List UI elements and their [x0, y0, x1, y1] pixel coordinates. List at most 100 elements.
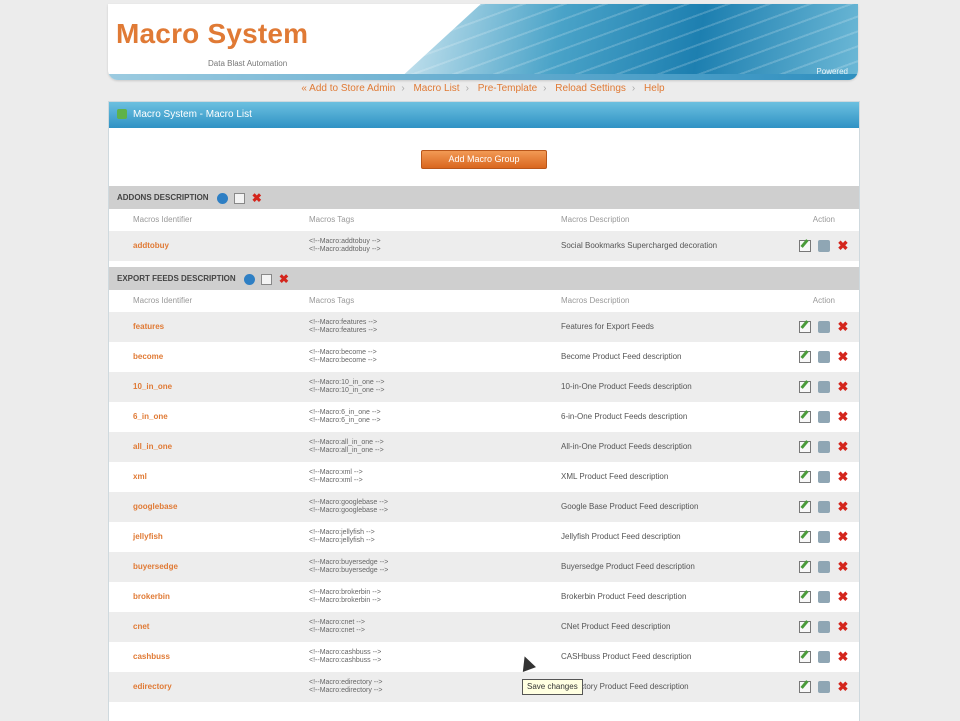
delete-icon[interactable]: ✖ — [837, 560, 849, 573]
edit-icon[interactable] — [799, 591, 811, 603]
copy-icon[interactable] — [818, 411, 830, 423]
edit-icon[interactable] — [799, 471, 811, 483]
macro-identifier-link[interactable]: 6_in_one — [133, 402, 168, 432]
macro-identifier-link[interactable]: brokerbin — [133, 582, 170, 612]
copy-icon[interactable] — [818, 240, 830, 252]
table-row: buyersedge <!--Macro:buyersedge --> <!--Ma… — [109, 552, 859, 582]
nav-separator: › — [631, 83, 636, 94]
copy-icon[interactable] — [818, 321, 830, 333]
macro-tags: <!--Macro:cashbuss --> <!--Macro:cashbuss… — [309, 649, 381, 665]
edit-icon[interactable] — [799, 321, 811, 333]
macro-identifier-link[interactable]: googlebase — [133, 492, 177, 522]
delete-icon[interactable]: ✖ — [837, 500, 849, 513]
copy-icon[interactable] — [818, 441, 830, 453]
copy-icon[interactable] — [818, 681, 830, 693]
edit-icon[interactable] — [799, 531, 811, 543]
macro-identifier-link[interactable]: 10_in_one — [133, 372, 172, 402]
macro-identifier-link[interactable]: edirectory — [133, 672, 172, 702]
copy-icon[interactable] — [818, 381, 830, 393]
edit-icon[interactable] — [799, 501, 811, 513]
macro-tag-line: <!--Macro:all_in_one --> — [309, 439, 384, 446]
macro-tag-line: <!--Macro:xml --> — [309, 469, 363, 476]
copy-icon[interactable] — [818, 651, 830, 663]
edit-icon[interactable] — [799, 651, 811, 663]
edit-icon[interactable] — [799, 681, 811, 693]
delete-icon[interactable]: ✖ — [837, 410, 849, 423]
macro-tag-line: <!--Macro:edirectory --> — [309, 687, 383, 694]
nav-separator: › — [401, 83, 405, 94]
col-identifier: Macros Identifier — [133, 215, 193, 224]
edit-icon[interactable] — [799, 240, 811, 252]
edit-icon[interactable] — [799, 381, 811, 393]
help-icon[interactable] — [216, 192, 228, 204]
macro-tag-line: <!--Macro:edirectory --> — [309, 679, 383, 686]
help-icon[interactable] — [243, 273, 255, 285]
nav-separator: › — [465, 83, 469, 94]
nav-item-reload-settings[interactable]: Reload Settings — [555, 83, 626, 94]
group-rows-export-feeds: features <!--Macro:features --> <!--Macro:… — [109, 312, 859, 702]
col-tag: Macros Tags — [309, 296, 355, 305]
nav-item-help[interactable]: Help — [644, 83, 665, 94]
copy-icon[interactable] — [818, 621, 830, 633]
macro-identifier-link[interactable]: cnet — [133, 612, 149, 642]
macro-identifier-link[interactable]: xml — [133, 462, 147, 492]
tagline: Data Blast Automation — [208, 59, 288, 68]
row-actions: ✖ — [792, 680, 849, 693]
delete-icon[interactable]: ✖ — [837, 239, 849, 252]
nav-item-macro-list[interactable]: Macro List — [413, 83, 459, 94]
macro-tag-line: <!--Macro:addtobuy --> — [309, 246, 381, 253]
col-identifier: Macros Identifier — [133, 296, 193, 305]
copy-icon[interactable] — [818, 561, 830, 573]
macro-tag-line: <!--Macro:10_in_one --> — [309, 379, 385, 386]
group-actions: ✖ — [243, 267, 293, 290]
macro-description: Features for Export Feeds — [561, 322, 654, 331]
macro-tags: <!--Macro:10_in_one --> <!--Macro:10_in_o… — [309, 379, 384, 395]
col-action: Action — [812, 296, 835, 305]
copy-icon[interactable] — [818, 531, 830, 543]
macro-tags: <!--Macro:6_in_one --> <!--Macro:6_in_one… — [309, 409, 381, 425]
delete-icon[interactable]: ✖ — [837, 590, 849, 603]
table-row: cnet <!--Macro:cnet --> <!--Macro:cnet -->… — [109, 612, 859, 642]
delete-icon[interactable]: ✖ — [837, 470, 849, 483]
copy-icon[interactable] — [818, 591, 830, 603]
copy-icon[interactable] — [818, 501, 830, 513]
edit-icon[interactable] — [234, 192, 246, 204]
delete-icon[interactable]: ✖ — [251, 192, 262, 204]
col-description: Macros Description — [561, 215, 630, 224]
edit-icon[interactable] — [261, 273, 273, 285]
delete-icon[interactable]: ✖ — [837, 320, 849, 333]
edit-icon[interactable] — [799, 411, 811, 423]
nav-item-pre-template[interactable]: Pre-Template — [478, 83, 537, 94]
nav-item-store-admin[interactable]: « Add to Store Admin — [301, 83, 395, 94]
macro-tag-line: <!--Macro:xml --> — [309, 477, 363, 484]
delete-icon[interactable]: ✖ — [837, 350, 849, 363]
banner-graphic — [398, 4, 858, 80]
macro-tags: <!--Macro:become --> <!--Macro:become --> — [309, 349, 377, 365]
edit-icon[interactable] — [799, 351, 811, 363]
copy-icon[interactable] — [818, 351, 830, 363]
macro-identifier-link[interactable]: addtobuy — [133, 231, 169, 261]
add-macro-group-button[interactable]: Add Macro Group — [421, 150, 547, 169]
delete-icon[interactable]: ✖ — [837, 620, 849, 633]
header-banner: Macro System Data Blast Automation Power… — [108, 4, 858, 80]
macro-list-panel: Macro System - Macro List Add Macro Grou… — [108, 101, 860, 721]
macro-identifier-link[interactable]: jellyfish — [133, 522, 163, 552]
delete-icon[interactable]: ✖ — [837, 680, 849, 693]
table-row: cashbuss <!--Macro:cashbuss --> <!--Macro:… — [109, 642, 859, 672]
delete-icon[interactable]: ✖ — [837, 380, 849, 393]
delete-icon[interactable]: ✖ — [278, 273, 289, 285]
macro-identifier-link[interactable]: become — [133, 342, 163, 372]
row-actions: ✖ — [792, 590, 849, 603]
macro-identifier-link[interactable]: features — [133, 312, 164, 342]
edit-icon[interactable] — [799, 621, 811, 633]
col-description: Macros Description — [561, 296, 630, 305]
copy-icon[interactable] — [818, 471, 830, 483]
macro-identifier-link[interactable]: buyersedge — [133, 552, 178, 582]
edit-icon[interactable] — [799, 441, 811, 453]
delete-icon[interactable]: ✖ — [837, 650, 849, 663]
edit-icon[interactable] — [799, 561, 811, 573]
macro-identifier-link[interactable]: all_in_one — [133, 432, 172, 462]
delete-icon[interactable]: ✖ — [837, 530, 849, 543]
delete-icon[interactable]: ✖ — [837, 440, 849, 453]
macro-identifier-link[interactable]: cashbuss — [133, 642, 170, 672]
